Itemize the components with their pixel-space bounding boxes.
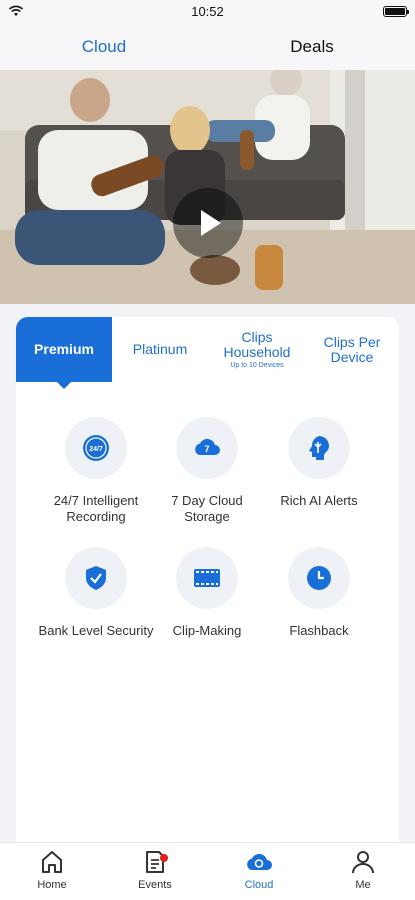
feature-cloud-storage: 7 7 Day Cloud Storage [147, 417, 267, 525]
247-icon-text: 24/7 [89, 446, 103, 453]
status-time: 10:52 [191, 4, 224, 19]
247-recording-icon: 24/7 [65, 417, 127, 479]
plan-tab-household-label: Clips Household [223, 328, 291, 360]
film-icon [176, 547, 238, 609]
tab-cloud[interactable]: Cloud [44, 37, 164, 57]
plan-tab-premium[interactable]: Premium [16, 317, 112, 389]
status-bar: 10:52 [0, 0, 415, 24]
play-button[interactable] [173, 188, 243, 258]
plan-tab-per-device-label: Clips Per Device [323, 333, 381, 365]
feature-label: Clip-Making [172, 623, 242, 638]
hero-image [0, 70, 415, 304]
plan-tab-platinum[interactable]: Platinum [112, 317, 208, 382]
plan-tab-platinum-label: Platinum [132, 341, 188, 357]
clock-icon [288, 547, 350, 609]
nav-cloud-label: Cloud [244, 879, 274, 891]
nav-me-label: Me [355, 879, 371, 891]
nav-home-label: Home [37, 879, 67, 891]
nav-events[interactable]: Events [120, 849, 190, 891]
nav-me[interactable]: Me [328, 849, 398, 891]
tab-deals[interactable]: Deals [252, 37, 372, 57]
cloud-icon [247, 853, 272, 870]
cloud-storage-icon-text: 7 [204, 444, 209, 454]
feature-label: 24/7 Intelligent Recording [53, 493, 139, 524]
cloud-storage-icon: 7 [176, 417, 238, 479]
plan-tab-household-sublabel: Up to 10 Devices [230, 361, 284, 369]
plan-tab-premium-label: Premium [34, 341, 94, 357]
nav-events-label: Events [138, 879, 172, 891]
shield-check-icon [65, 547, 127, 609]
feature-247-recording: 24/7 24/7 Intelligent Recording [36, 417, 156, 525]
feature-bank-security: Bank Level Security [36, 547, 156, 639]
top-tab-bar: Cloud Deals [0, 24, 415, 70]
hero-video[interactable] [0, 70, 415, 304]
plan-tabs: Premium Platinum Clips Household Up to 1… [16, 317, 399, 389]
feature-label: 7 Day Cloud Storage [171, 493, 243, 524]
feature-flashback: Flashback [259, 547, 379, 639]
plan-tab-clips-per-device[interactable]: Clips Per Device [306, 317, 398, 382]
battery-icon [383, 6, 409, 17]
bottom-nav: Home Events Cloud Me [0, 842, 415, 900]
feature-clip-making: Clip-Making [147, 547, 267, 639]
feature-label: Flashback [289, 623, 349, 638]
events-badge-dot [160, 854, 168, 862]
feature-label: Rich AI Alerts [280, 493, 358, 508]
plan-card: Premium Platinum Clips Household Up to 1… [16, 317, 399, 900]
plan-tab-clips-household[interactable]: Clips Household Up to 10 Devices [212, 317, 302, 382]
nav-home[interactable]: Home [17, 849, 87, 891]
ai-alerts-icon [288, 417, 350, 479]
feature-label: Bank Level Security [38, 623, 154, 638]
home-icon [42, 851, 62, 873]
events-icon [146, 851, 164, 873]
feature-ai-alerts: Rich AI Alerts [259, 417, 379, 509]
nav-cloud[interactable]: Cloud [224, 849, 294, 891]
user-icon [352, 851, 374, 874]
